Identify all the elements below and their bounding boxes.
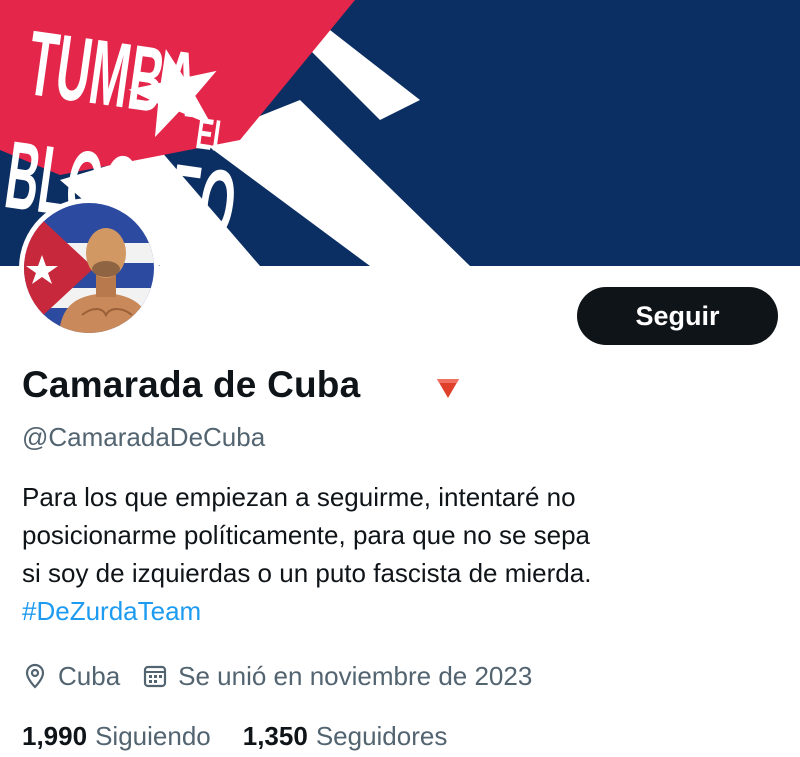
bio-line: si soy de izquierdas o un puto fascista …	[22, 558, 592, 588]
followers-count[interactable]: 1,350	[243, 721, 308, 752]
profile-bio: Para los que empiezan a seguirme, intent…	[22, 478, 762, 630]
svg-text:TUMBA: TUMBA	[22, 12, 205, 137]
following-label[interactable]: Siguiendo	[95, 721, 211, 752]
follow-button[interactable]: Seguir	[577, 287, 778, 345]
location-text: Cuba	[58, 660, 121, 691]
joined-text: Se unió en noviembre de 2023	[178, 660, 533, 691]
following-count[interactable]: 1,990	[22, 721, 87, 752]
location-pin-icon	[25, 663, 45, 689]
avatar-image	[24, 203, 154, 333]
display-name: Camarada de Cuba	[22, 364, 361, 405]
bio-line: posicionarme políticamente, para que no …	[22, 520, 591, 550]
profile-avatar[interactable]	[19, 198, 159, 338]
hashtag-link[interactable]: #DeZurdaTeam	[22, 592, 762, 630]
followers-label[interactable]: Seguidores	[316, 721, 448, 752]
follow-stats: 1,990 Siguiendo 1,350 Seguidores	[22, 716, 479, 756]
bio-line: Para los que empiezan a seguirme, intent…	[22, 482, 576, 512]
profile-handle: @CamaradaDeCuba	[22, 422, 266, 452]
location-item: Cuba	[22, 661, 120, 692]
calendar-icon	[144, 665, 167, 688]
profile-meta: Cuba Se unió en noviembre de 2023	[22, 656, 554, 696]
joined-item: Se unió en noviembre de 2023	[142, 661, 532, 692]
red-triangle-down-icon	[437, 379, 459, 398]
